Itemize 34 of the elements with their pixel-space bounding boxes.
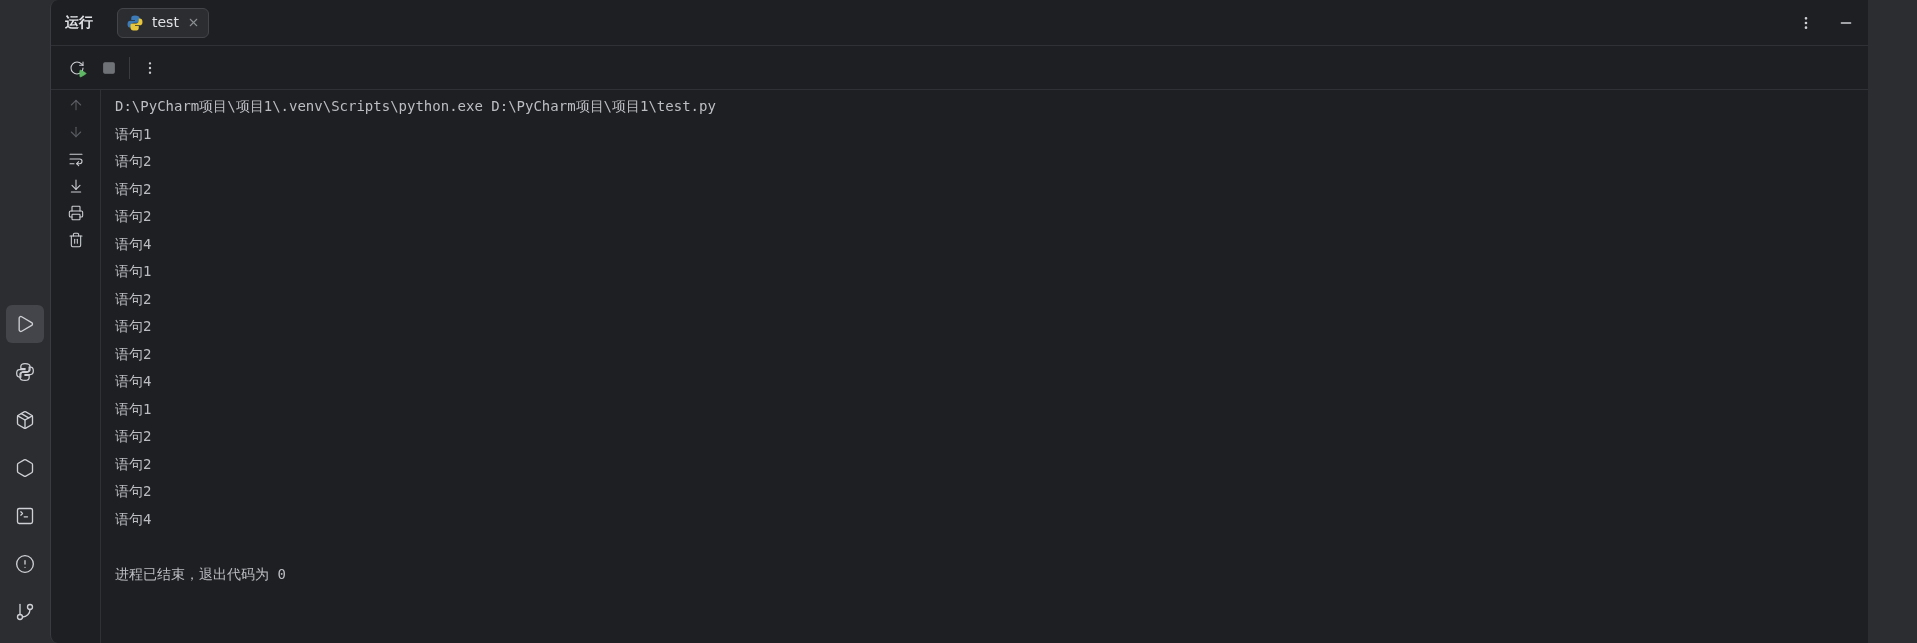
console-line: D:\PyCharm项目\项目1\.venv\Scripts\python.exe D:\PyCharm项目\项目1\test.py: [115, 97, 716, 116]
console-line: 语句4: [115, 509, 153, 529]
console-line: 语句2: [115, 454, 153, 474]
console-line: 语句1: [115, 399, 153, 419]
package-icon: [15, 410, 35, 430]
python-icon: [15, 362, 35, 382]
services-icon: [15, 458, 35, 478]
tab-label: test: [152, 13, 179, 32]
tool-window-title: 运行: [65, 13, 93, 32]
console-line: 语句4: [115, 234, 153, 254]
python-icon: [126, 13, 144, 32]
console-line: 语句2: [115, 427, 153, 446]
trash-icon: [67, 232, 84, 248]
terminal-icon: [15, 506, 35, 526]
console-line: 语句2: [115, 482, 153, 501]
sidebar-tool-button[interactable]: [6, 305, 44, 343]
console-line: 语句2: [115, 152, 153, 171]
printer-icon: [67, 205, 84, 221]
console-line: 语句2: [115, 179, 153, 199]
exit-message: 进程已结束，退出代码为 0: [115, 564, 287, 584]
rerun-icon: [69, 59, 85, 76]
problems-icon: [15, 554, 35, 574]
git-branch-icon: [15, 602, 35, 622]
console-line: 语句2: [115, 289, 153, 309]
console-line: 语句1: [115, 124, 153, 144]
run-tab[interactable]: test: [117, 7, 209, 38]
stop-icon: [102, 60, 116, 75]
console-line: 语句1: [115, 262, 153, 281]
play-icon: [78, 68, 87, 78]
console-line: 语句2: [115, 317, 153, 336]
console-line: 语句4: [115, 372, 153, 391]
wrap-icon: [67, 151, 84, 167]
console-line: 语句2: [115, 344, 153, 364]
console-line: 语句2: [115, 207, 153, 226]
